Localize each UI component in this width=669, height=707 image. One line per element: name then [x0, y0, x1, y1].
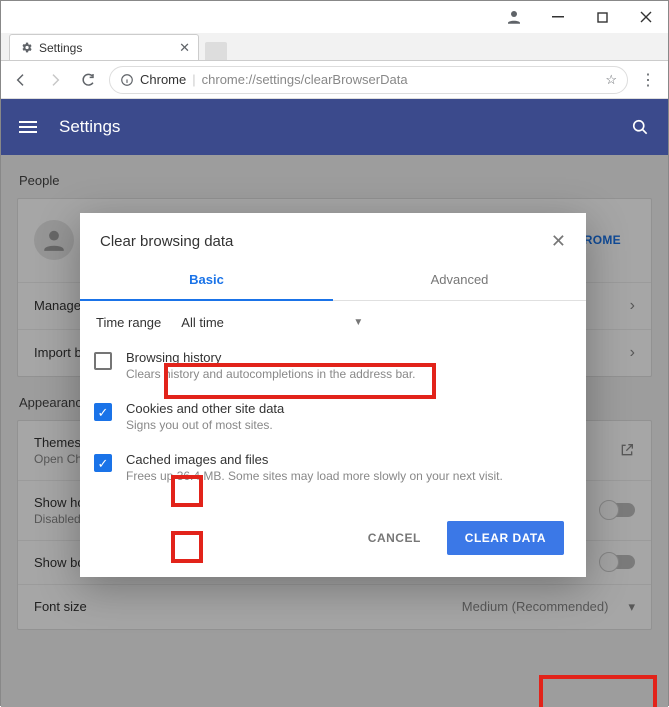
- option-title: Browsing history: [126, 350, 416, 365]
- tab-advanced[interactable]: Advanced: [333, 260, 586, 301]
- search-icon[interactable]: [630, 117, 650, 137]
- gear-icon: [20, 41, 33, 54]
- time-range-label: Time range: [96, 315, 161, 330]
- window-titlebar: [1, 1, 668, 33]
- profile-avatar-icon[interactable]: [492, 1, 536, 33]
- settings-title: Settings: [59, 117, 120, 137]
- omnibox-url: chrome://settings/clearBrowserData: [202, 72, 600, 87]
- omnibox-separator: |: [192, 72, 195, 87]
- close-dialog-button[interactable]: ✕: [551, 231, 566, 252]
- forward-button[interactable]: [41, 66, 69, 94]
- maximize-button[interactable]: [580, 1, 624, 33]
- info-icon: [120, 73, 134, 87]
- minimize-button[interactable]: [536, 1, 580, 33]
- checkbox-cookies[interactable]: [94, 403, 112, 421]
- clear-browsing-data-dialog: Clear browsing data ✕ Basic Advanced Tim…: [80, 213, 586, 577]
- browser-tab-settings[interactable]: Settings ✕: [9, 34, 199, 60]
- dialog-title: Clear browsing data: [100, 233, 233, 250]
- clear-data-button[interactable]: CLEAR DATA: [447, 521, 564, 555]
- time-range-select[interactable]: All time ▼: [177, 313, 367, 332]
- cancel-button[interactable]: CANCEL: [358, 523, 431, 553]
- browser-toolbar: Chrome | chrome://settings/clearBrowserD…: [1, 61, 668, 99]
- chevron-down-icon: ▼: [353, 317, 363, 328]
- time-range-value: All time: [181, 315, 224, 330]
- close-tab-icon[interactable]: ✕: [179, 40, 190, 56]
- time-range-row: Time range All time ▼: [80, 301, 586, 340]
- option-cookies[interactable]: Cookies and other site data Signs you ou…: [80, 391, 586, 442]
- settings-body: People Sign in to get your bookmarks, hi…: [1, 155, 668, 707]
- option-cache[interactable]: Cached images and files Frees up 36.4 MB…: [80, 442, 586, 493]
- option-title: Cached images and files: [126, 452, 503, 467]
- browser-menu-button[interactable]: ⋮: [634, 70, 662, 90]
- close-window-button[interactable]: [624, 1, 668, 33]
- back-button[interactable]: [7, 66, 35, 94]
- option-sub: Clears history and autocompletions in th…: [126, 367, 416, 381]
- checkbox-cache[interactable]: [94, 454, 112, 472]
- dialog-tabs: Basic Advanced: [80, 260, 586, 301]
- omnibox[interactable]: Chrome | chrome://settings/clearBrowserD…: [109, 66, 628, 94]
- settings-app-bar: Settings: [1, 99, 668, 155]
- option-sub: Signs you out of most sites.: [126, 418, 284, 432]
- hamburger-icon[interactable]: [19, 121, 37, 133]
- reload-button[interactable]: [75, 66, 103, 94]
- option-browsing-history[interactable]: Browsing history Clears history and auto…: [80, 340, 586, 391]
- option-sub: Frees up 36.4 MB. Some sites may load mo…: [126, 469, 503, 483]
- checkbox-browsing-history[interactable]: [94, 352, 112, 370]
- new-tab-button[interactable]: [205, 42, 227, 60]
- tab-strip: Settings ✕: [1, 33, 668, 61]
- bookmark-star-icon[interactable]: ☆: [605, 72, 617, 88]
- omnibox-scheme: Chrome: [140, 72, 186, 87]
- tab-basic[interactable]: Basic: [80, 260, 333, 301]
- option-title: Cookies and other site data: [126, 401, 284, 416]
- tab-title: Settings: [39, 41, 82, 55]
